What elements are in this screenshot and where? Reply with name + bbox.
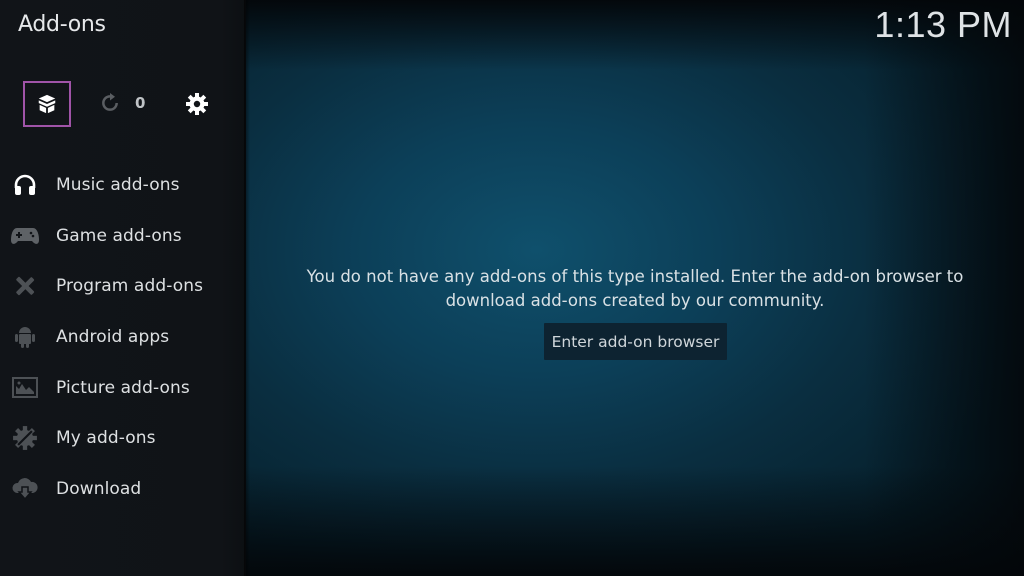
sidebar-item-label: Download	[56, 478, 142, 499]
picture-icon	[10, 375, 40, 401]
addon-browser-button[interactable]	[23, 81, 71, 127]
clock: 1:13 PM	[874, 4, 1012, 45]
check-updates-button[interactable]	[100, 93, 120, 113]
open-box-icon	[38, 94, 56, 114]
sidebar: Add-ons 0 Music add-ons Game add-ons Pro…	[0, 0, 250, 576]
sidebar-item-music-addons[interactable]: Music add-ons	[0, 160, 246, 211]
sidebar-item-program-addons[interactable]: Program add-ons	[0, 261, 246, 312]
headphones-icon	[10, 172, 40, 198]
updates-count: 0	[135, 94, 146, 112]
empty-state-message: You do not have any add-ons of this type…	[246, 265, 1024, 313]
sidebar-item-label: Picture add-ons	[56, 377, 190, 398]
enter-addon-browser-button[interactable]: Enter add-on browser	[544, 323, 727, 360]
sidebar-item-picture-addons[interactable]: Picture add-ons	[0, 362, 246, 413]
page-title: Add-ons	[18, 12, 106, 37]
sidebar-item-label: Game add-ons	[56, 225, 182, 246]
refresh-icon	[102, 93, 118, 111]
sidebar-item-label: Program add-ons	[56, 276, 204, 297]
sidebar-item-label: Android apps	[56, 327, 170, 348]
gamepad-icon	[10, 223, 40, 249]
tools-icon	[10, 273, 40, 299]
gear-icon	[186, 93, 208, 115]
empty-state-line-2: download add-ons created by our communit…	[445, 291, 825, 310]
gear-wrench-icon	[10, 425, 40, 451]
settings-button[interactable]	[185, 92, 209, 116]
android-icon	[10, 324, 40, 350]
sidebar-item-android-apps[interactable]: Android apps	[0, 312, 246, 363]
sidebar-item-download[interactable]: Download	[0, 464, 246, 515]
cloud-download-icon	[10, 476, 40, 502]
empty-state-line-1: You do not have any add-ons of this type…	[306, 267, 964, 286]
sidebar-item-label: Music add-ons	[56, 175, 180, 196]
sidebar-item-my-addons[interactable]: My add-ons	[0, 413, 246, 464]
sidebar-item-label: My add-ons	[56, 428, 156, 449]
sidebar-item-game-addons[interactable]: Game add-ons	[0, 211, 246, 262]
sidebar-menu: Music add-ons Game add-ons Program add-o…	[0, 160, 246, 514]
